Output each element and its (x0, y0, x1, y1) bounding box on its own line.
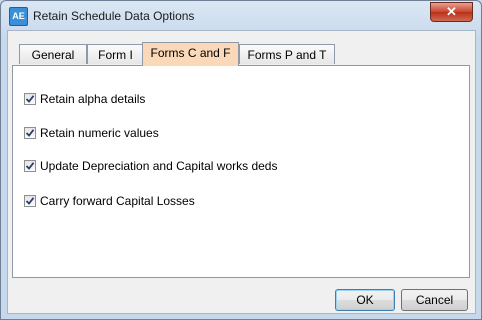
dialog-window: AE Retain Schedule Data Options ✕ Genera… (0, 0, 482, 320)
option-carry-forward-losses[interactable]: Carry forward Capital Losses (24, 193, 195, 209)
checkbox[interactable] (24, 127, 36, 139)
title-bar[interactable]: AE Retain Schedule Data Options ✕ (1, 1, 481, 31)
checkmark-icon (25, 129, 35, 137)
option-label: Retain alpha details (40, 92, 146, 106)
checkbox[interactable] (24, 160, 36, 172)
option-retain-numeric[interactable]: Retain numeric values (24, 125, 159, 141)
tab-forms-c-and-f[interactable]: Forms C and F (142, 42, 239, 66)
checkbox[interactable] (24, 93, 36, 105)
tab-panel: Retain alpha details Retain numeric valu… (12, 65, 470, 278)
tab-form-i[interactable]: Form I (87, 44, 144, 64)
close-button[interactable]: ✕ (430, 2, 473, 22)
tab-forms-p-and-t[interactable]: Forms P and T (239, 44, 335, 64)
dialog-body: General Form I Forms C and F Forms P and… (7, 30, 476, 314)
cancel-button[interactable]: Cancel (401, 289, 468, 311)
app-icon: AE (9, 7, 28, 26)
checkbox[interactable] (24, 195, 36, 207)
window-title: Retain Schedule Data Options (33, 9, 195, 23)
ok-button[interactable]: OK (335, 289, 395, 311)
checkmark-icon (25, 197, 35, 205)
checkmark-icon (25, 95, 35, 103)
option-update-depreciation[interactable]: Update Depreciation and Capital works de… (24, 158, 277, 174)
tab-general[interactable]: General (19, 44, 87, 64)
option-retain-alpha[interactable]: Retain alpha details (24, 91, 145, 107)
option-label: Retain numeric values (40, 126, 159, 140)
option-label: Update Depreciation and Capital works de… (40, 159, 278, 173)
option-label: Carry forward Capital Losses (40, 194, 195, 208)
checkmark-icon (25, 162, 35, 170)
